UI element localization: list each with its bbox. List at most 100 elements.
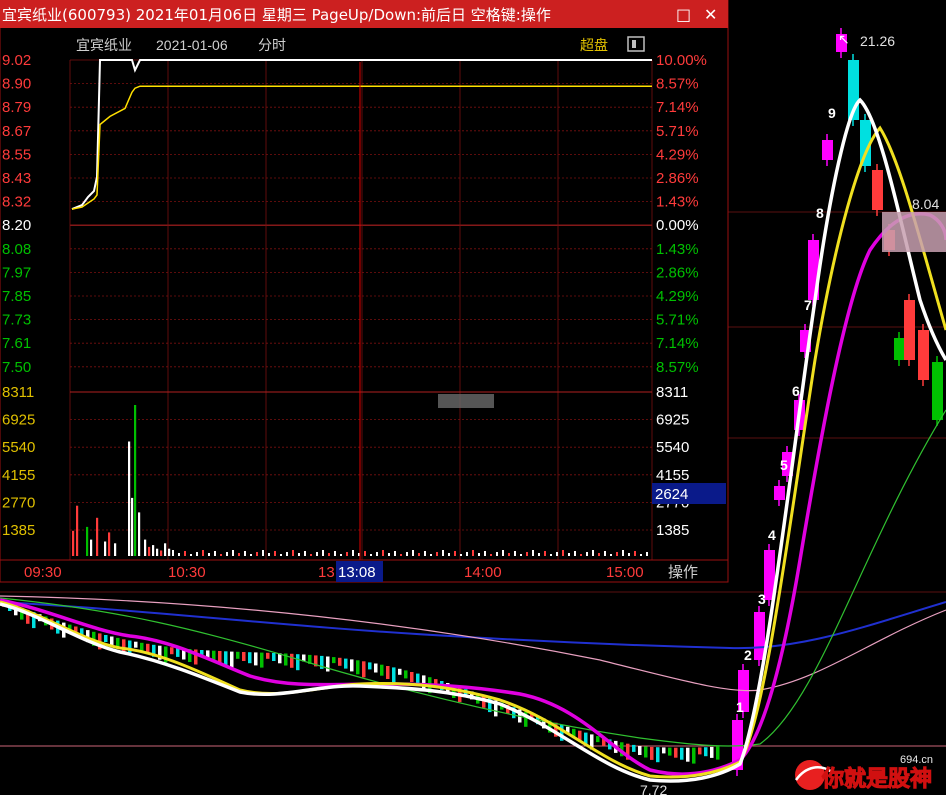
kline-candle (224, 651, 228, 666)
blurred-cursor-value (438, 394, 494, 408)
volume-bar (490, 554, 492, 556)
volume-bar (238, 553, 240, 556)
kline-candle (338, 657, 342, 666)
percent-tick-label: 4.29% (656, 288, 699, 305)
volume-bar (430, 554, 432, 556)
volume-bar (202, 550, 204, 556)
kline-candle (692, 747, 696, 764)
volume-bar (400, 554, 402, 556)
volume-bar (328, 553, 330, 556)
overlay-toggle-icon-fill (632, 40, 636, 48)
kline-candle (404, 670, 408, 679)
volume-bar (190, 554, 192, 556)
volume-bar (496, 552, 498, 556)
volume-bar (256, 552, 258, 556)
volume-tick-label: 2770 (2, 494, 35, 511)
wave-label: 8 (816, 205, 824, 221)
volume-bar (628, 553, 630, 556)
volume-bar (226, 552, 228, 556)
volume-bar (316, 552, 318, 556)
volume-tick-label-right: 6925 (656, 412, 689, 429)
volume-tick-label-right: 8311 (656, 384, 688, 401)
time-cursor-label: 13:08 (338, 564, 376, 581)
kline-candle (662, 747, 666, 754)
chart-stage: 1 2 3 4 5 6 7 8 9 ↖ 21.26 8.04 7.72 宜宾纸业(600793)… (0, 0, 946, 795)
percent-tick-label: 10.00% (656, 52, 707, 69)
volume-bar (508, 553, 510, 556)
percent-tick-label: 7.14% (656, 335, 699, 352)
action-button[interactable]: 操作 (668, 564, 698, 581)
kline-candle (242, 652, 246, 661)
volume-bar (322, 550, 324, 556)
volume-bar (442, 550, 444, 556)
restore-icon[interactable]: □ (676, 5, 691, 24)
volume-bar (574, 551, 576, 556)
wave-label: 3 (758, 591, 766, 607)
volume-bar (220, 554, 222, 556)
percent-tick-label: 2.86% (656, 170, 699, 187)
kline-candle (686, 747, 690, 762)
price-tick-label: 8.55 (2, 146, 31, 163)
price-tick-label: 7.85 (2, 288, 31, 305)
time-tick-label: 13 (318, 564, 335, 581)
volume-bar (364, 551, 366, 556)
volume-bar (478, 553, 480, 556)
kline-candle (254, 652, 258, 666)
price-tick-label: 7.97 (2, 264, 31, 281)
volume-bar (152, 545, 155, 556)
volume-bar (108, 532, 111, 556)
volume-bar (382, 550, 384, 556)
volume-bar (148, 546, 151, 556)
volume-bar (376, 552, 378, 556)
volume-bar (244, 551, 246, 556)
percent-tick-label: 5.71% (656, 123, 699, 140)
price-tick-label: 8.43 (2, 170, 31, 187)
time-tick-label: 09:30 (24, 564, 62, 581)
volume-bar (346, 552, 348, 556)
popup-title-bar[interactable]: 宜宾纸业(600793) 2021年01月06日 星期三 PageUp/Down… (0, 0, 728, 28)
price-tick-label: 8.08 (2, 241, 31, 258)
volume-bar (286, 552, 288, 556)
kline-candle (422, 675, 426, 690)
percent-tick-label: 2.86% (656, 264, 699, 281)
kline-candle (398, 668, 402, 675)
percent-tick-label: 1.43% (656, 194, 699, 211)
time-tick-label: 14:00 (464, 564, 502, 581)
kline-right-label-box (882, 212, 946, 252)
overlay-toggle-label[interactable]: 超盘 (580, 37, 608, 53)
kline-candle (344, 658, 348, 669)
kline-candle (110, 636, 114, 646)
volume-tick-label: 5540 (2, 439, 35, 456)
volume-bar (96, 517, 99, 556)
kline-peak-marker: ↖ (838, 31, 850, 47)
intraday-popup-window[interactable]: 宜宾纸业(600793) 2021年01月06日 星期三 PageUp/Down… (0, 0, 729, 583)
popup-view-label: 分时 (258, 37, 286, 53)
volume-bar (460, 554, 462, 556)
wave-label: 7 (804, 297, 812, 313)
percent-tick-label: 5.71% (656, 312, 699, 329)
volume-bar (592, 550, 594, 556)
price-tick-label: 7.50 (2, 359, 31, 376)
volume-bar (304, 551, 306, 556)
volume-bar (262, 550, 264, 556)
kline-candle (350, 659, 354, 672)
volume-tick-label-right: 4155 (656, 467, 689, 484)
kline-candle (260, 652, 264, 668)
volume-bar (114, 543, 117, 556)
price-tick-label: 8.79 (2, 99, 31, 116)
volume-bar (164, 543, 167, 556)
volume-bar (418, 553, 420, 556)
kline-candle (774, 486, 785, 500)
watermark-text: 你就是股神 (821, 766, 932, 791)
kline-candle (904, 300, 915, 360)
close-icon[interactable]: ✕ (704, 5, 717, 24)
popup-stock-name: 宜宾纸业 (76, 37, 132, 53)
volume-bar (532, 550, 534, 556)
kline-candle (356, 660, 360, 675)
wave-label: 6 (792, 383, 800, 399)
price-tick-label: 7.73 (2, 312, 31, 329)
watermark-site: 694.cn (900, 754, 933, 766)
volume-bar (370, 554, 372, 556)
wave-label: 5 (780, 457, 788, 473)
kline-candle (140, 642, 144, 651)
